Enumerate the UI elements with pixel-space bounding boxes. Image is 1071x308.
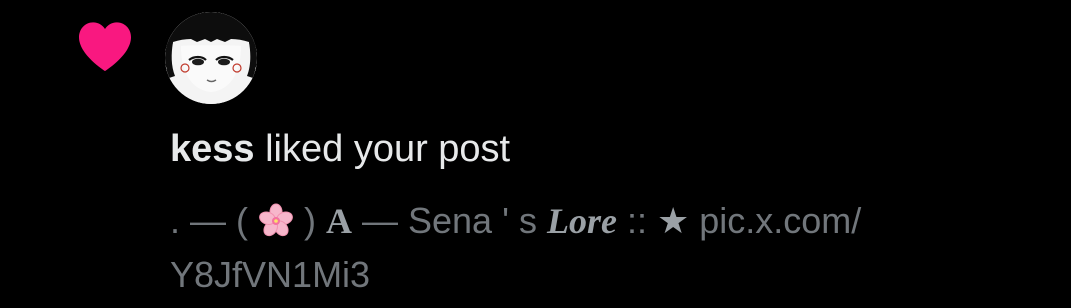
post-link-part2[interactable]: Y8JfVN1Mi3 — [170, 254, 370, 295]
post-author-name: — Sena ' s — [352, 200, 547, 241]
post-preview[interactable]: . — ( ) A — Sena ' s Lore :: ★ pic.x.com… — [170, 194, 1030, 302]
post-separator: :: — [616, 200, 657, 241]
post-lore: Lore — [546, 201, 617, 241]
heart-icon — [79, 22, 131, 72]
post-preview-line-1: . — ( ) A — Sena ' s Lore :: ★ pic.x.com… — [170, 194, 1030, 248]
notification-headline: kess liked your post — [170, 126, 510, 172]
post-link-part1[interactable]: pic.x.com/ — [689, 200, 861, 241]
avatar[interactable] — [165, 12, 257, 104]
post-letter-a: A — [326, 201, 352, 241]
cherry-blossom-icon — [259, 203, 293, 237]
star-icon: ★ — [656, 200, 690, 241]
avatar-image — [165, 12, 257, 104]
post-prefix: . — ( — [170, 200, 258, 241]
username[interactable]: kess — [170, 128, 255, 170]
action-text: liked your post — [254, 128, 511, 170]
post-after-emoji: ) — [294, 200, 326, 241]
like-notification[interactable]: kess liked your post . — ( ) A — Sena ' … — [0, 0, 1071, 308]
post-preview-line-2: Y8JfVN1Mi3 — [170, 248, 1030, 302]
